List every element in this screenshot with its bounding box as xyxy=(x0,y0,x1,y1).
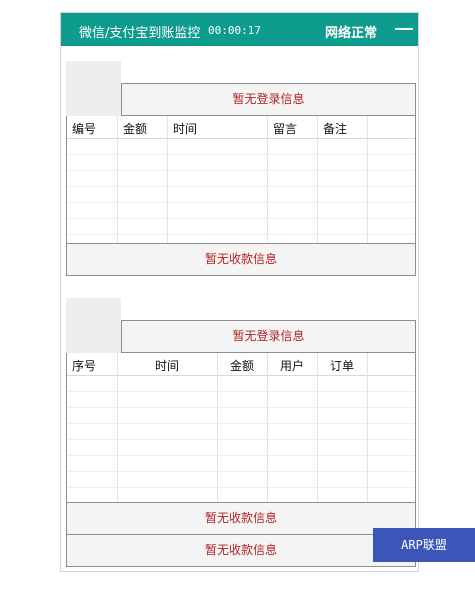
order-table: 序号 时间 金额 用户 订单 xyxy=(66,353,416,503)
no-payment-bar: 暂无收款信息 xyxy=(66,502,416,535)
column-header: 订单 xyxy=(330,359,355,373)
payment-table: 编号 金额 时间 留言 备注 xyxy=(66,116,416,244)
login-info-bar: 暂无登录信息 xyxy=(121,83,416,116)
qr-avatar-placeholder xyxy=(66,61,121,116)
column-header: 编号 xyxy=(72,122,97,136)
no-payment-bar: 暂无收款信息 xyxy=(66,534,416,567)
app-title: 微信/支付宝到账监控 xyxy=(79,26,201,41)
column-header: 用户 xyxy=(280,359,305,373)
site-watermark: ARP联盟 arpun.com xyxy=(373,528,475,586)
account-panel-1: 暂无登录信息 编号 金额 时间 留言 备注 暂无收款信息 xyxy=(66,61,416,281)
qr-avatar-placeholder xyxy=(66,298,121,353)
titlebar: 微信/支付宝到账监控 00:00:17 网络正常 xyxy=(61,13,418,46)
column-header: 时间 xyxy=(173,122,198,136)
account-panel-2: 暂无登录信息 序号 时间 金额 用户 订单 暂无收款信息 暂无收款信息 xyxy=(66,298,416,568)
column-header: 时间 xyxy=(155,359,180,373)
login-info-bar: 暂无登录信息 xyxy=(121,320,416,353)
elapsed-timer: 00:00:17 xyxy=(208,24,261,37)
column-header: 留言 xyxy=(273,122,298,136)
monitor-window: 微信/支付宝到账监控 00:00:17 网络正常 暂无登录信息 编号 金额 时间… xyxy=(60,12,419,572)
column-header: 金额 xyxy=(230,359,255,373)
column-header: 备注 xyxy=(323,122,348,136)
minimize-icon[interactable] xyxy=(395,22,413,36)
table-header: 序号 时间 金额 用户 订单 xyxy=(67,353,415,376)
column-header: 序号 xyxy=(72,359,97,373)
table-header: 编号 金额 时间 留言 备注 xyxy=(67,116,415,139)
column-header: 金额 xyxy=(123,122,148,136)
no-payment-bar: 暂无收款信息 xyxy=(66,243,416,276)
network-status: 网络正常 xyxy=(325,26,378,41)
